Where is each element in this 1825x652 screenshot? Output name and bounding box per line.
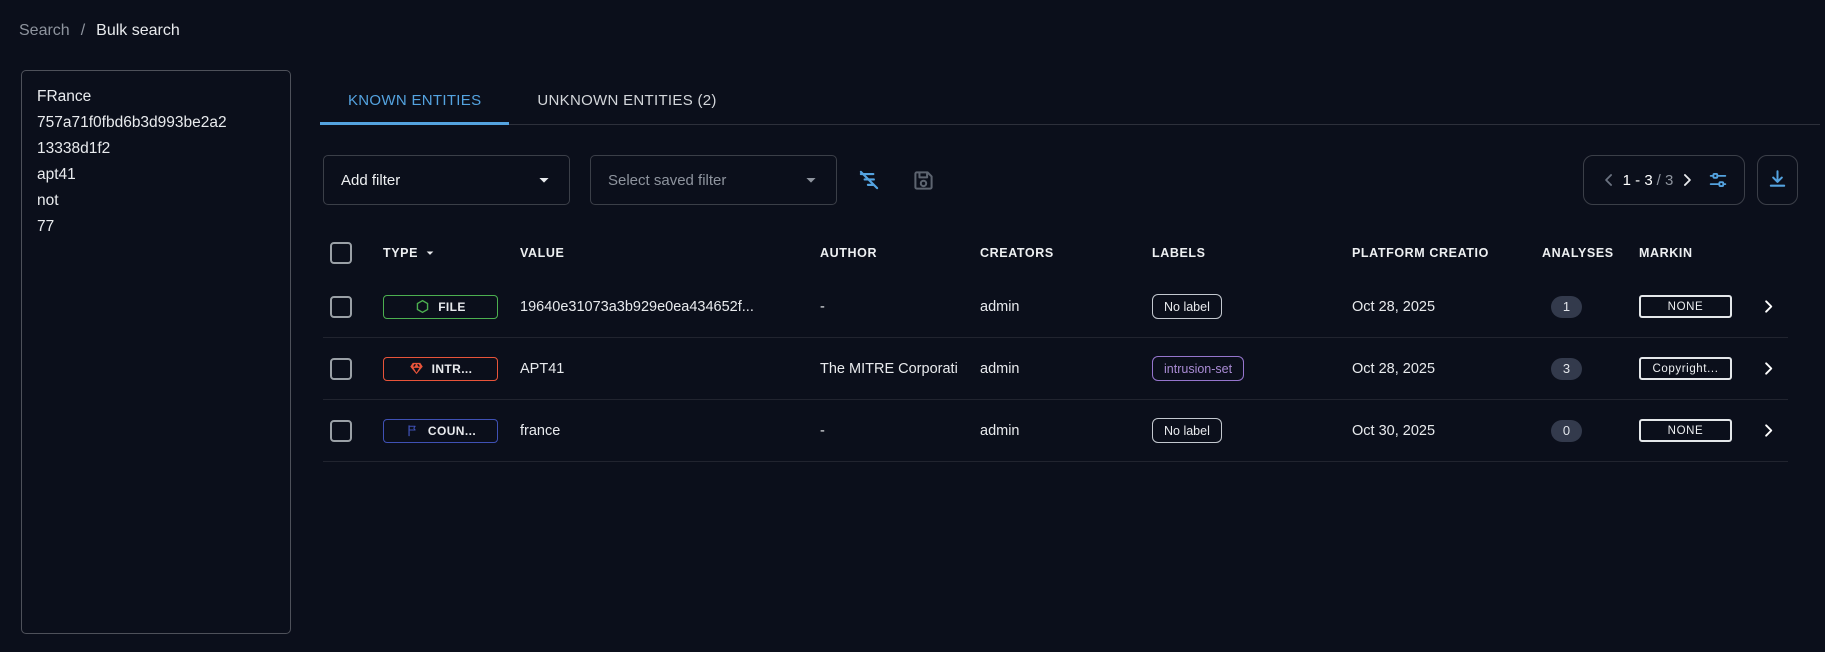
chevron-right-icon[interactable]: [1759, 421, 1778, 440]
breadcrumb: Search / Bulk search: [19, 22, 180, 40]
table-row[interactable]: COUN... france - admin No label Oct 30, …: [323, 400, 1788, 462]
filter-bar: Add filter Select saved filter: [323, 155, 943, 205]
creators-cell: admin: [980, 423, 1150, 439]
label-chip: No label: [1152, 418, 1222, 443]
type-chip-file: FILE: [383, 295, 498, 319]
value-cell: APT41: [520, 361, 820, 377]
type-chip-label: INTR...: [432, 362, 473, 376]
creators-cell: admin: [980, 299, 1150, 315]
table-header: TYPE VALUE AUTHOR CREATORS LABELS PLATFO…: [323, 230, 1788, 276]
chevron-right-icon[interactable]: [1759, 297, 1778, 316]
table-row[interactable]: INTR... APT41 The MITRE Corporati admin …: [323, 338, 1788, 400]
breadcrumb-section[interactable]: Search: [19, 22, 70, 40]
label-chip: intrusion-set: [1152, 356, 1244, 381]
diamond-icon: [409, 361, 424, 376]
chevron-left-icon[interactable]: [1599, 170, 1619, 190]
analyses-count-badge: 0: [1551, 420, 1582, 442]
clear-filters-button[interactable]: [849, 160, 889, 200]
row-checkbox[interactable]: [330, 296, 352, 318]
header-labels[interactable]: LABELS: [1150, 246, 1350, 260]
column-settings-icon[interactable]: [1707, 169, 1729, 191]
header-author[interactable]: AUTHOR: [820, 246, 980, 260]
label-chip: No label: [1152, 294, 1222, 319]
bulk-search-textarea[interactable]: FRance 757a71f0fbd6b3d993be2a2 13338d1f2…: [21, 70, 291, 634]
download-icon: [1766, 167, 1789, 193]
marking-chip: Copyright...: [1639, 357, 1732, 380]
select-all-checkbox[interactable]: [330, 242, 352, 264]
header-platform-creation[interactable]: PLATFORM CREATIO: [1350, 246, 1538, 260]
entities-table: TYPE VALUE AUTHOR CREATORS LABELS PLATFO…: [323, 230, 1788, 462]
sort-descending-icon: [422, 245, 438, 261]
breadcrumb-page: Bulk search: [96, 22, 180, 40]
value-cell: 19640e31073a3b929e0ea434652f...: [520, 299, 820, 315]
analyses-count-badge: 3: [1551, 358, 1582, 380]
tab-known-entities[interactable]: KNOWN ENTITIES: [320, 76, 509, 124]
pagination-total: / 3: [1657, 172, 1674, 189]
author-cell: -: [820, 299, 980, 315]
platform-creation-date: Oct 28, 2025: [1350, 361, 1538, 377]
header-analyses[interactable]: ANALYSES: [1538, 246, 1636, 260]
saved-filter-placeholder: Select saved filter: [608, 172, 726, 189]
platform-creation-date: Oct 30, 2025: [1350, 423, 1538, 439]
row-checkbox[interactable]: [330, 358, 352, 380]
add-filter-select[interactable]: Add filter: [323, 155, 570, 205]
marking-chip: NONE: [1639, 419, 1732, 442]
table-row[interactable]: FILE 19640e31073a3b929e0ea434652f... - a…: [323, 276, 1788, 338]
type-chip-country: COUN...: [383, 419, 498, 443]
row-checkbox[interactable]: [330, 420, 352, 442]
value-cell: france: [520, 423, 820, 439]
platform-creation-date: Oct 28, 2025: [1350, 299, 1538, 315]
header-marking[interactable]: MARKIN: [1636, 246, 1748, 260]
entities-tabs: KNOWN ENTITIES UNKNOWN ENTITIES (2): [320, 76, 1820, 125]
chevron-right-icon[interactable]: [1677, 170, 1697, 190]
pagination: 1 - 3 / 3: [1583, 155, 1745, 205]
hexagon-icon: [415, 299, 430, 314]
type-chip-label: FILE: [438, 300, 466, 314]
filter-off-icon: [856, 167, 882, 193]
author-cell: -: [820, 423, 980, 439]
header-value[interactable]: VALUE: [520, 246, 820, 260]
author-cell: The MITRE Corporati: [820, 361, 980, 377]
analyses-count-badge: 1: [1551, 296, 1582, 318]
header-type[interactable]: TYPE: [383, 245, 520, 261]
chevron-down-icon: [800, 169, 822, 191]
add-filter-label: Add filter: [341, 172, 400, 189]
save-filter-button[interactable]: [903, 160, 943, 200]
header-creators[interactable]: CREATORS: [980, 246, 1150, 260]
creators-cell: admin: [980, 361, 1150, 377]
chevron-down-icon: [533, 169, 555, 191]
type-chip-label: COUN...: [428, 424, 476, 438]
saved-filter-select[interactable]: Select saved filter: [590, 155, 837, 205]
type-chip-intrusion-set: INTR...: [383, 357, 498, 381]
chevron-right-icon[interactable]: [1759, 359, 1778, 378]
tab-unknown-entities[interactable]: UNKNOWN ENTITIES (2): [509, 76, 744, 124]
export-download-button[interactable]: [1757, 155, 1798, 205]
breadcrumb-separator: /: [81, 22, 85, 40]
marking-chip: NONE: [1639, 295, 1732, 318]
save-icon: [910, 167, 937, 194]
flag-icon: [405, 423, 420, 438]
pagination-range: 1 - 3: [1623, 172, 1653, 189]
